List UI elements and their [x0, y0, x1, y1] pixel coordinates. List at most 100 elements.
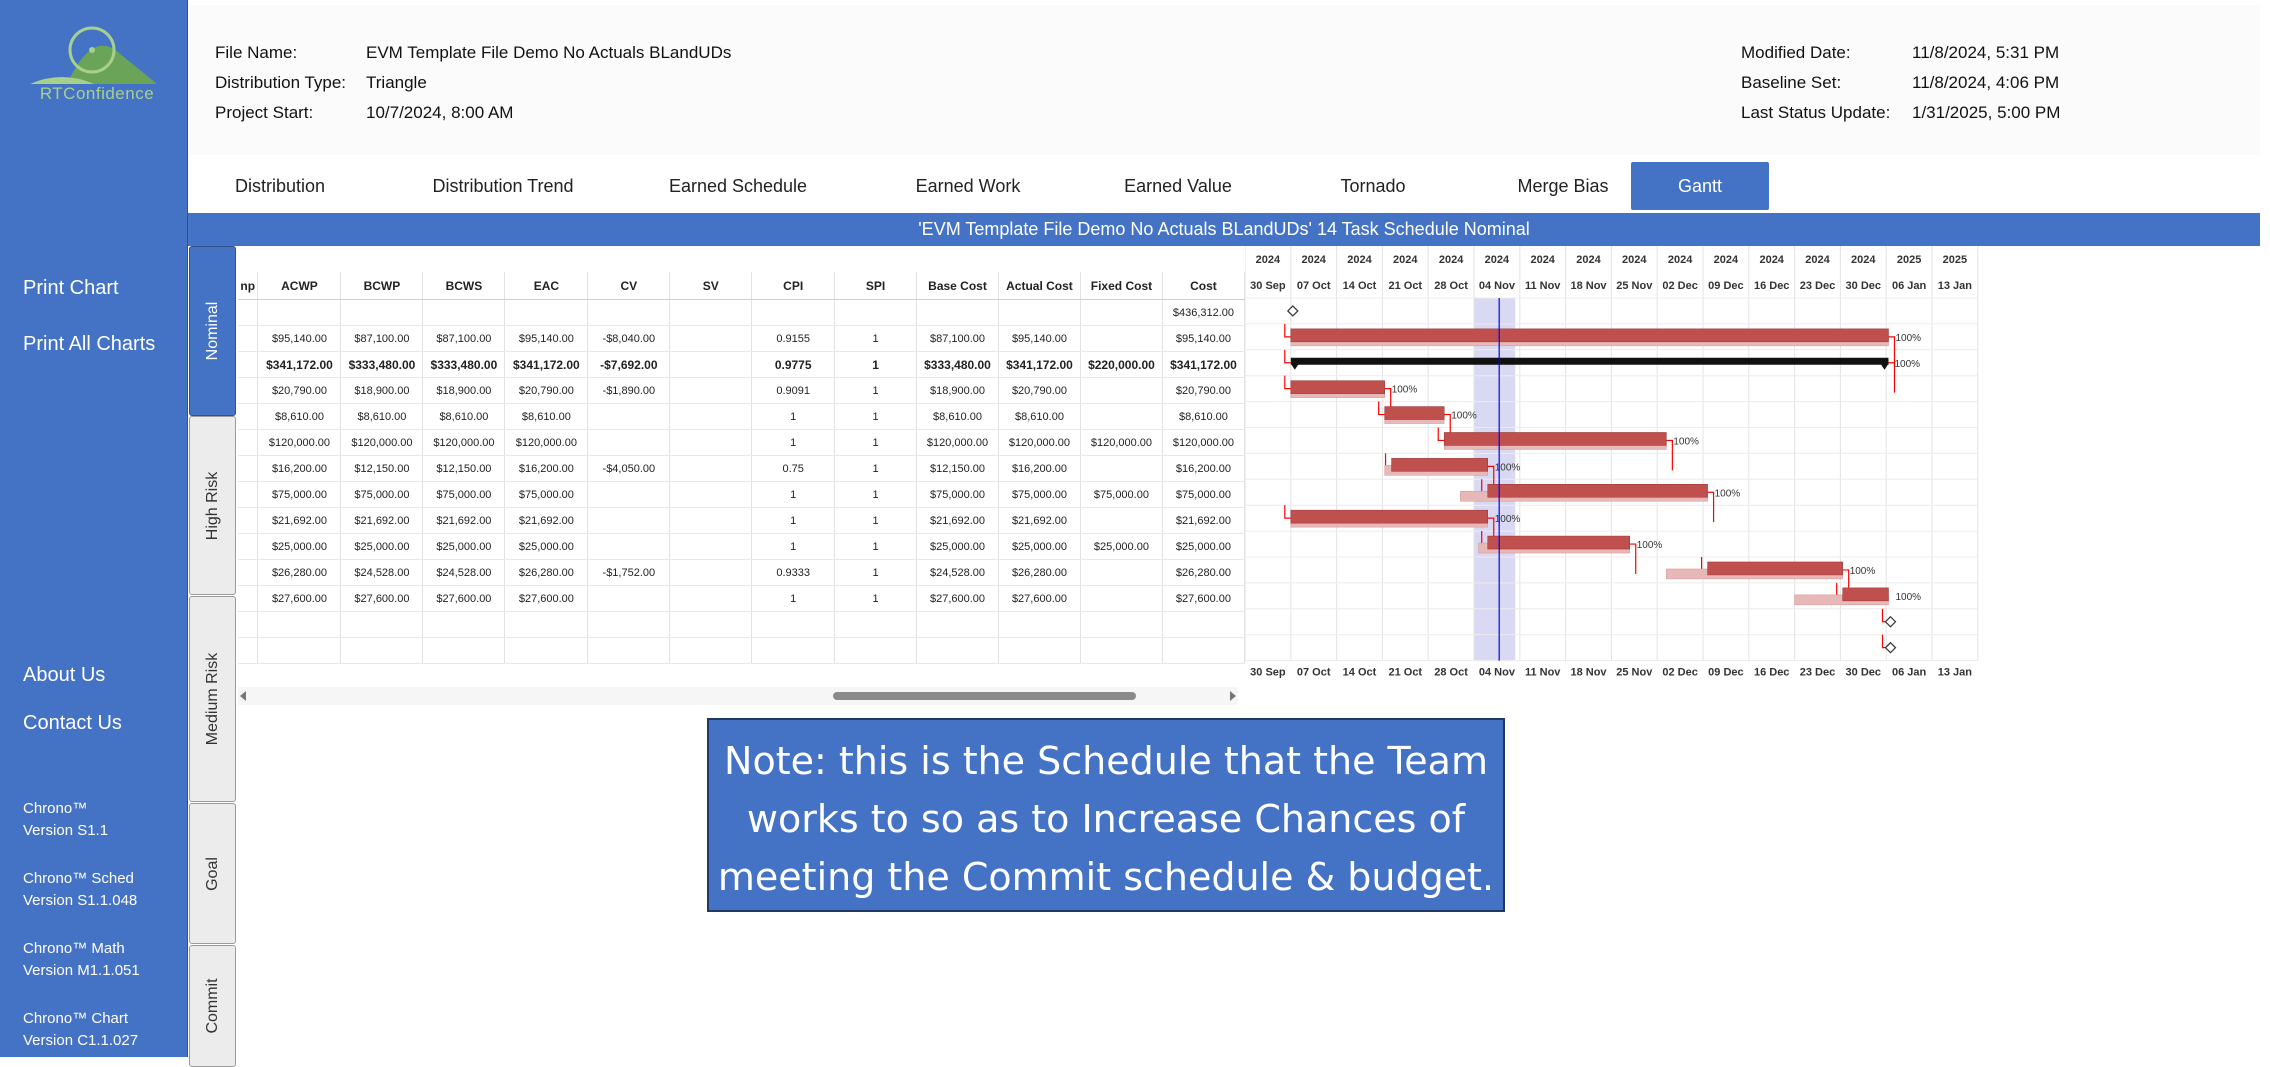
column-header[interactable]: np [238, 272, 259, 300]
table-cell [1080, 455, 1163, 482]
table-cell: 1 [834, 455, 918, 482]
table-row[interactable]: $75,000.00 $75,000.00 $75,000.00 $75,000.00… [238, 481, 1246, 508]
table-row[interactable]: $8,610.00 $8,610.00 $8,610.00 $8,610.00 1 1 $8… [238, 403, 1246, 430]
version-name: Chrono™ [23, 800, 88, 817]
table-row[interactable] [238, 637, 1246, 664]
dependency-link [1284, 375, 1291, 390]
rtconfidence-logo[interactable]: RTConfidence [22, 22, 172, 122]
task-bar [1391, 458, 1488, 472]
percent-complete-label: 100% [1392, 385, 1418, 396]
tab-earned-schedule[interactable]: Earned Schedule [638, 162, 838, 210]
print-all-charts-link[interactable]: Print All Charts [23, 333, 155, 356]
table-cell [238, 559, 259, 586]
horizontal-scrollbar[interactable] [238, 687, 1238, 705]
dependency-link [1707, 491, 1715, 523]
table-cell [340, 299, 424, 326]
about-us-link[interactable]: About Us [23, 664, 105, 687]
column-header[interactable]: Base Cost [916, 272, 999, 300]
column-header[interactable]: Cost [1162, 272, 1246, 300]
version-number: Version M1.1.051 [23, 962, 140, 979]
table-cell: $95,140.00 [998, 325, 1081, 352]
table-row[interactable]: $26,280.00 $24,528.00 $24,528.00 $26,280.00… [238, 559, 1246, 586]
table-cell: 1 [751, 507, 836, 534]
contact-us-link[interactable]: Contact Us [23, 712, 122, 735]
table-cell: $8,610.00 [340, 403, 424, 430]
table-cell [504, 637, 589, 664]
table-cell: 1 [834, 325, 918, 352]
side-tab-label: Nominal [203, 301, 221, 361]
side-tab-high-risk[interactable]: High Risk [189, 416, 236, 595]
task-bar [1290, 509, 1488, 524]
column-header[interactable]: CV [587, 272, 671, 300]
table-row[interactable]: $16,200.00 $12,150.00 $12,150.00 $16,200.00… [238, 455, 1246, 482]
table-row[interactable]: $120,000.00 $120,000.00 $120,000.00 $120,00… [238, 429, 1246, 456]
tab-distribution[interactable]: Distribution [188, 162, 372, 210]
table-cell: $120,000.00 [257, 429, 342, 456]
table-cell: $75,000.00 [340, 481, 424, 508]
table-cell: $120,000.00 [340, 429, 424, 456]
table-cell: $25,000.00 [1080, 533, 1163, 560]
year-label: 2024 [1805, 254, 1830, 266]
table-row[interactable]: $21,692.00 $21,692.00 $21,692.00 $21,692.00… [238, 507, 1246, 534]
version-number: Version S1.1 [23, 822, 109, 839]
summary-end-cap [1290, 363, 1299, 370]
column-header[interactable]: SV [669, 272, 753, 300]
side-tab-nominal[interactable]: Nominal [189, 246, 236, 416]
column-header[interactable]: SPI [834, 272, 918, 300]
scrollbar-thumb[interactable] [833, 692, 1136, 700]
table-cell [257, 611, 342, 638]
column-header[interactable]: BCWS [422, 272, 506, 300]
column-header[interactable]: Actual Cost [998, 272, 1081, 300]
column-header[interactable]: Fixed Cost [1080, 272, 1163, 300]
milestone-marker [1884, 615, 1897, 628]
table-cell: $95,140.00 [1162, 325, 1246, 352]
week-label: 25 Nov [1616, 280, 1653, 292]
table-cell: 1 [834, 429, 918, 456]
task-bar [1384, 406, 1445, 420]
tab-earned-work[interactable]: Earned Work [878, 162, 1058, 210]
table-cell: $21,692.00 [422, 507, 506, 534]
table-cell: 1 [751, 585, 836, 612]
table-cell: $18,900.00 [422, 377, 506, 404]
table-row[interactable]: $341,172.00 $333,480.00 $333,480.00 $341,17… [238, 351, 1246, 378]
column-header[interactable]: CPI [751, 272, 836, 300]
column-header[interactable]: BCWP [340, 272, 424, 300]
print-chart-link[interactable]: Print Chart [23, 277, 119, 300]
table-cell: 1 [834, 585, 918, 612]
table-cell [669, 325, 753, 352]
table-cell: 1 [834, 481, 918, 508]
cost-table: np ACWP BCWP BCWS EAC CV SV CPI SPI Base Cost Actu… [238, 272, 1246, 664]
column-header[interactable]: EAC [504, 272, 589, 300]
table-cell: $436,312.00 [1162, 299, 1246, 326]
table-cell [238, 351, 259, 378]
table-row[interactable]: $25,000.00 $25,000.00 $25,000.00 $25,000.00… [238, 533, 1246, 560]
percent-complete-label: 100% [1637, 540, 1663, 551]
table-row[interactable]: $20,790.00 $18,900.00 $18,900.00 $20,790.00… [238, 377, 1246, 404]
week-label: 06 Jan [1892, 280, 1927, 292]
table-cell: $333,480.00 [916, 351, 999, 378]
tab-distribution-trend[interactable]: Distribution Trend [398, 162, 608, 210]
tab-gantt[interactable]: Gantt [1631, 162, 1769, 210]
version-chrono-math: Chrono™ Math Version M1.1.051 [23, 938, 140, 982]
tab-earned-value[interactable]: Earned Value [1088, 162, 1268, 210]
table-cell: 1 [751, 429, 836, 456]
table-cell [587, 533, 671, 560]
percent-complete-label: 100% [1894, 359, 1920, 370]
table-cell: $12,150.00 [340, 455, 424, 482]
table-row[interactable]: $436,312.00 [238, 299, 1246, 326]
table-cell: $24,528.00 [422, 559, 506, 586]
table-cell [834, 637, 918, 664]
table-row[interactable] [238, 611, 1246, 638]
tab-merge-bias[interactable]: Merge Bias [1478, 162, 1648, 210]
column-header[interactable]: ACWP [257, 272, 342, 300]
side-tab-medium-risk[interactable]: Medium Risk [189, 596, 236, 802]
side-tab-goal[interactable]: Goal [189, 803, 236, 944]
table-cell: $21,692.00 [1162, 507, 1246, 534]
task-cost-table: np ACWP BCWP BCWS EAC CV SV CPI SPI Base Cost Actu… [238, 272, 1246, 664]
table-row[interactable]: $95,140.00 $87,100.00 $87,100.00 $95,140.00… [238, 325, 1246, 352]
task-bar [1290, 380, 1385, 394]
side-tab-commit[interactable]: Commit [189, 945, 236, 1067]
table-row[interactable]: $27,600.00 $27,600.00 $27,600.00 $27,600.00… [238, 585, 1246, 612]
tab-tornado[interactable]: Tornado [1298, 162, 1448, 210]
table-cell [834, 299, 918, 326]
